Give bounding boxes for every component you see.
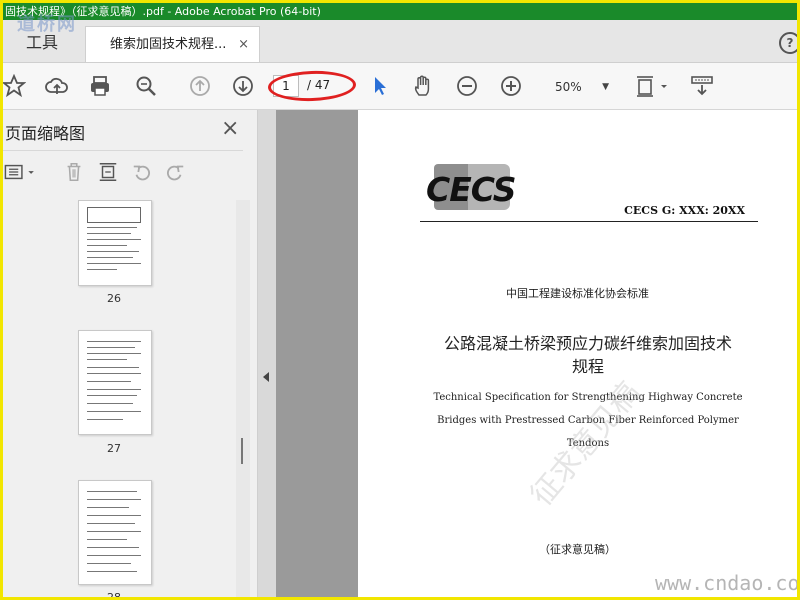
- site-watermark: 道桥网: [17, 14, 77, 35]
- thumbnail-label-28: 28: [107, 591, 121, 600]
- zoom-select[interactable]: 50% ▼: [543, 77, 609, 97]
- document-view: CECS CECS G: XXX: 20XX 中国工程建设标准化协会标准 公路混…: [258, 110, 797, 597]
- chinese-title-line-2: 规程: [571, 357, 604, 376]
- fit-page-icon[interactable]: [633, 73, 671, 99]
- panel-collapse-handle[interactable]: [258, 110, 276, 597]
- zoom-in-icon[interactable]: [498, 73, 524, 99]
- page-thumbnail-26[interactable]: [78, 200, 152, 286]
- thumbnail-label-26: 26: [107, 292, 121, 305]
- page-thumbnail-27[interactable]: [78, 330, 152, 435]
- thumbnail-scrollbar[interactable]: [236, 200, 250, 597]
- print-icon[interactable]: [87, 73, 113, 99]
- search-zoom-icon[interactable]: [133, 73, 159, 99]
- page-up-icon[interactable]: [187, 73, 213, 99]
- hand-tool-icon[interactable]: [410, 73, 436, 99]
- thumbnail-toolbar: [3, 150, 243, 191]
- association-name: 中国工程建设标准化协会标准: [506, 287, 649, 300]
- chinese-title-line-1: 公路混凝土桥梁预应力碳纤维索加固技术: [443, 334, 732, 353]
- tab-bar: 工具 维索加固技术规程... × ?: [3, 20, 797, 63]
- scrollbar-thumb[interactable]: [241, 438, 243, 464]
- zoom-out-icon[interactable]: [454, 73, 480, 99]
- rotate-left-icon[interactable]: [131, 161, 155, 185]
- tab-document[interactable]: 维索加固技术规程... ×: [85, 26, 260, 62]
- site-url-watermark: www.cndao.com: [655, 571, 800, 595]
- cecs-logo: CECS: [426, 170, 517, 209]
- standard-code: CECS G: XXX: 20XX: [624, 204, 745, 217]
- main-toolbar: 1 / 47 50% ▼: [3, 63, 797, 110]
- bookmark-star-icon[interactable]: [3, 73, 27, 99]
- document-page: CECS CECS G: XXX: 20XX 中国工程建设标准化协会标准 公路混…: [358, 110, 797, 597]
- upload-icon[interactable]: [44, 73, 70, 99]
- tab-close-icon[interactable]: ×: [238, 27, 249, 63]
- tab-document-label: 维索加固技术规程...: [110, 37, 227, 52]
- select-cursor-icon[interactable]: [367, 73, 393, 99]
- window-title-bar: 固技术规程》（征求意见稿）.pdf - Adobe Acrobat Pro (6…: [3, 3, 797, 20]
- chinese-title: 公路混凝土桥梁预应力碳纤维索加固技术 规程: [418, 332, 758, 378]
- zoom-value: 50%: [555, 80, 582, 94]
- panel-title: 页面缩略图: [5, 124, 86, 143]
- chevron-down-icon: ▼: [602, 82, 609, 92]
- screenshot-frame: 固技术规程》（征求意见稿）.pdf - Adobe Acrobat Pro (6…: [0, 0, 800, 600]
- panel-close-icon[interactable]: ×: [221, 116, 239, 141]
- page-thumbnails-panel: 页面缩略图 × 26 27 28: [3, 110, 258, 600]
- header-rule: [420, 221, 758, 222]
- rotate-right-icon[interactable]: [164, 161, 188, 185]
- help-icon[interactable]: ?: [779, 32, 797, 54]
- thumbnail-options-icon[interactable]: [3, 161, 39, 185]
- page-thumbnail-28[interactable]: [78, 480, 152, 585]
- collapse-arrow-icon: [263, 372, 269, 382]
- thumbnail-label-27: 27: [107, 442, 121, 455]
- draft-note: （征求意见稿）: [539, 543, 616, 556]
- thumbnail-list: 26 27 28: [3, 200, 235, 600]
- insert-page-icon[interactable]: [97, 161, 121, 185]
- scroll-mode-icon[interactable]: [689, 73, 715, 99]
- delete-page-icon[interactable]: [63, 161, 87, 185]
- page-down-icon[interactable]: [230, 73, 256, 99]
